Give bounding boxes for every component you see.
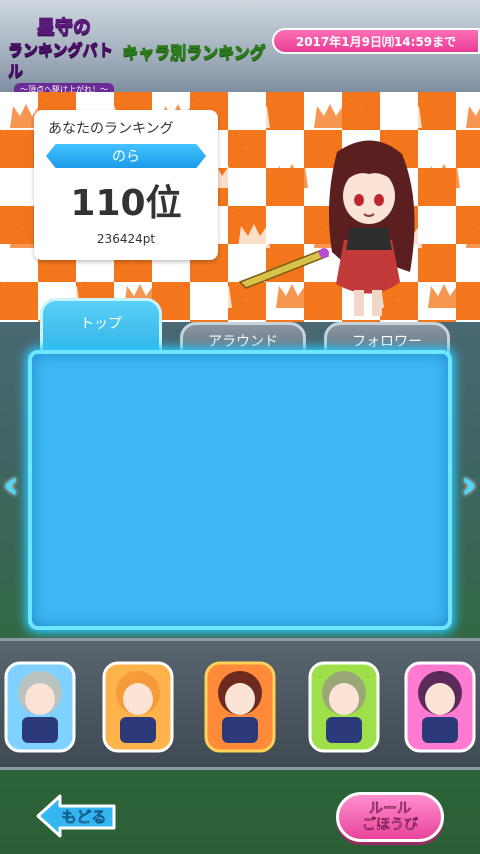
back-button-label: もどる xyxy=(61,808,107,827)
rule-reward-button[interactable]: ルール ごほうび xyxy=(336,792,444,842)
rule-button-line2: ごほうび xyxy=(362,817,418,833)
previous-arrow-icon[interactable]: ‹ xyxy=(0,455,22,515)
character-icon-purple-hair[interactable] xyxy=(402,659,478,755)
header-bar: 星守の ランキングバトル 〜頂点へ駆け上がれ！〜 キャラ別ランキング 2017年… xyxy=(0,0,480,96)
rule-button-line1: ルール xyxy=(369,801,411,817)
points-value: 236424pt xyxy=(96,232,156,246)
deadline-badge: 2017年1月9日㈪14:59まで xyxy=(272,28,480,54)
featured-character xyxy=(238,140,415,316)
character-icon-orange-hair[interactable] xyxy=(100,659,176,755)
event-logo: 星守の ランキングバトル 〜頂点へ駆け上がれ！〜 xyxy=(8,16,120,96)
player-name-badge: のら xyxy=(46,144,206,168)
my-ranking-card: あなたのランキング のら 110位 236424pt xyxy=(34,110,218,260)
tab-around-label: アラウンド xyxy=(208,334,278,350)
page-title: キャラ別ランキング xyxy=(122,43,267,63)
character-icon-green-hair[interactable] xyxy=(306,659,382,755)
character-icon-gray-hair[interactable] xyxy=(2,659,78,755)
tab-follower-label: フォロワー xyxy=(352,334,422,350)
next-arrow-icon[interactable]: › xyxy=(458,455,480,515)
logo-line-2: ランキングバトル xyxy=(8,40,114,80)
ranking-list-panel[interactable] xyxy=(28,350,452,630)
rank-value: 110位 xyxy=(70,183,182,224)
tab-top-label: トップ xyxy=(80,316,122,332)
character-select-bar xyxy=(0,638,480,770)
my-ranking-label: あなたのランキング xyxy=(48,121,174,137)
character-icon-dark-hair-selected[interactable] xyxy=(202,659,278,755)
logo-line-1: 星守の xyxy=(37,16,92,38)
back-button[interactable]: もどる xyxy=(36,794,118,838)
ranking-banner: あなたのランキング のら 110位 236424pt xyxy=(0,92,480,322)
